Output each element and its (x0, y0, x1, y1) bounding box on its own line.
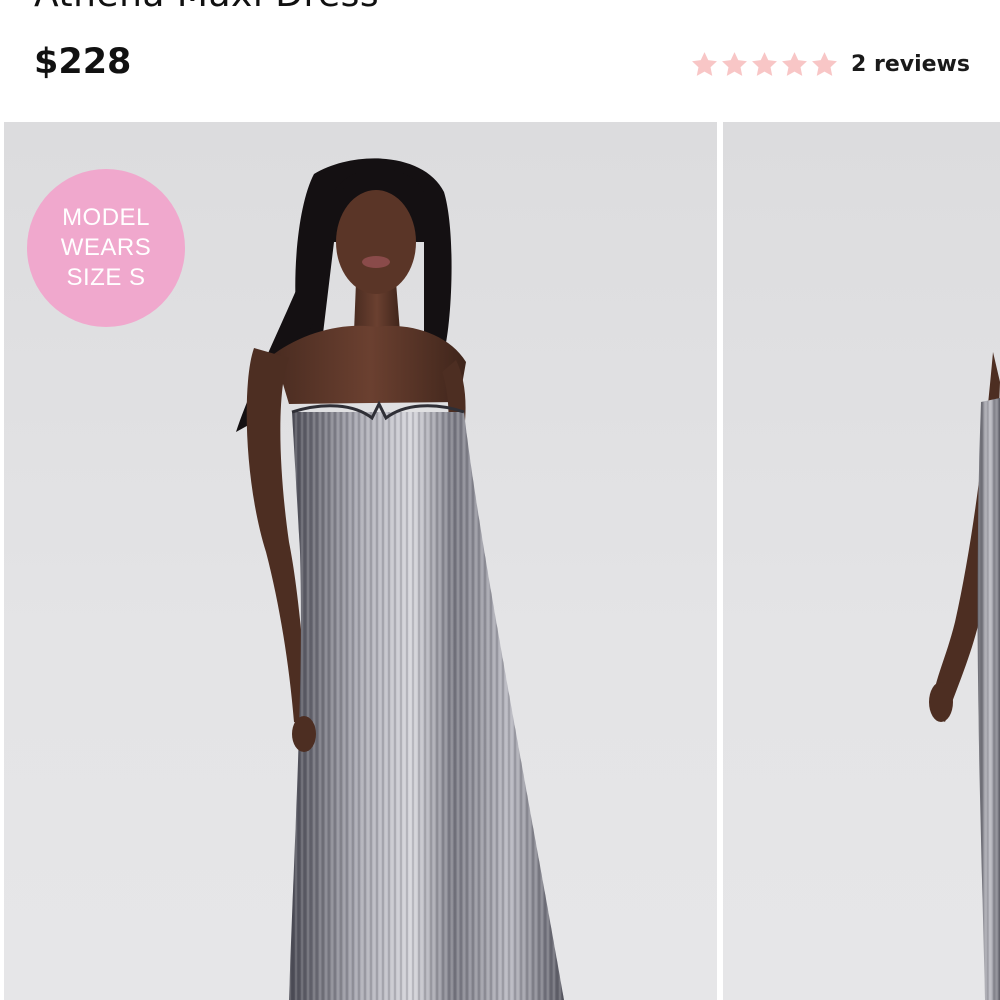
rating-summary[interactable]: 2 reviews (690, 44, 970, 84)
star-icon (692, 51, 717, 76)
star-icon (722, 51, 747, 76)
star-rating (690, 50, 839, 79)
badge-line-1: MODEL (62, 204, 150, 231)
badge-line-2: WEARS (60, 234, 152, 261)
badge-line-3: SIZE S (66, 264, 146, 291)
product-image-gallery[interactable]: MODEL WEARS SIZE S (0, 122, 1000, 1000)
star-icon (752, 51, 777, 76)
model-side-photo[interactable] (723, 122, 1000, 1000)
product-header: Athena Maxi Dress $228 2 reviews (0, 0, 1000, 122)
reviews-link[interactable]: 2 reviews (851, 52, 970, 77)
product-page: Athena Maxi Dress $228 2 reviews (0, 0, 1000, 1000)
product-title: Athena Maxi Dress (34, 0, 379, 15)
star-icon (782, 51, 807, 76)
star-icon (812, 51, 837, 76)
model-front-photo[interactable]: MODEL WEARS SIZE S (4, 122, 717, 1000)
model-side-illustration (929, 352, 1000, 1000)
product-price: $228 (34, 42, 132, 82)
model-size-badge: MODEL WEARS SIZE S (27, 169, 185, 327)
